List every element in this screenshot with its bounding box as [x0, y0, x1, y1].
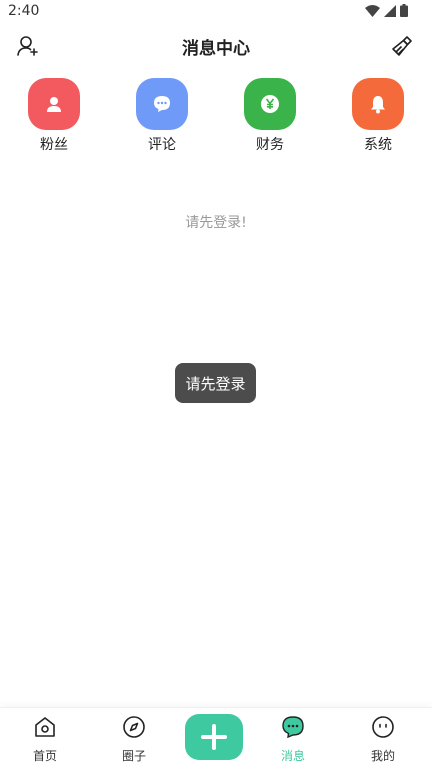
login-required-message: 请先登录!: [185, 215, 247, 231]
fans-badge: [28, 78, 80, 130]
message-center-screen: 2:40 消息中心 粉丝 评论 财务 系统 请先登录! 请先登录 首页 圈子 消…: [0, 0, 432, 765]
comments-badge: [136, 78, 188, 130]
home-icon: [35, 717, 55, 737]
plus-icon: [201, 724, 227, 750]
message-icon: [282, 716, 304, 739]
toast: 请先登录: [175, 363, 256, 403]
category-row: 粉丝 评论 财务 系统: [0, 78, 432, 158]
wifi-icon: [365, 4, 380, 17]
status-time: 2:40: [8, 3, 40, 19]
publish-button[interactable]: [185, 714, 243, 760]
broom-icon: [392, 36, 412, 56]
nav-label-messages: 消息: [280, 749, 305, 763]
nav-label-circles: 圈子: [121, 749, 146, 763]
nav-label-profile: 我的: [370, 749, 395, 763]
nav-home[interactable]: 首页: [15, 715, 75, 764]
status-bar: 2:40: [0, 0, 432, 24]
category-comments[interactable]: 评论: [122, 78, 202, 154]
category-system[interactable]: 系统: [338, 78, 418, 154]
category-label-system: 系统: [364, 137, 392, 153]
battery-icon: [400, 4, 408, 17]
clear-messages-button[interactable]: [390, 34, 414, 58]
category-label-comments: 评论: [148, 137, 176, 153]
user-icon: [47, 97, 61, 112]
signal-icon: [384, 4, 396, 17]
chat-bubble-icon: [154, 96, 170, 112]
category-label-finance: 财务: [256, 137, 284, 153]
finance-badge: [244, 78, 296, 130]
category-finance[interactable]: 财务: [230, 78, 310, 154]
status-icons: [365, 4, 408, 17]
category-fans[interactable]: 粉丝: [14, 78, 94, 154]
header: 消息中心: [0, 28, 432, 64]
compass-icon: [123, 716, 145, 738]
system-badge: [352, 78, 404, 130]
yen-coin-icon: [261, 95, 279, 113]
nav-circles[interactable]: 圈子: [104, 715, 164, 764]
bell-icon: [371, 96, 385, 114]
nav-profile[interactable]: 我的: [353, 715, 413, 764]
page-title: 消息中心: [182, 39, 250, 59]
bottom-nav: 首页 圈子 消息 我的: [0, 707, 432, 765]
profile-face-icon: [372, 716, 394, 738]
category-label-fans: 粉丝: [40, 137, 68, 153]
nav-messages[interactable]: 消息: [263, 715, 323, 764]
nav-label-home: 首页: [32, 749, 57, 763]
